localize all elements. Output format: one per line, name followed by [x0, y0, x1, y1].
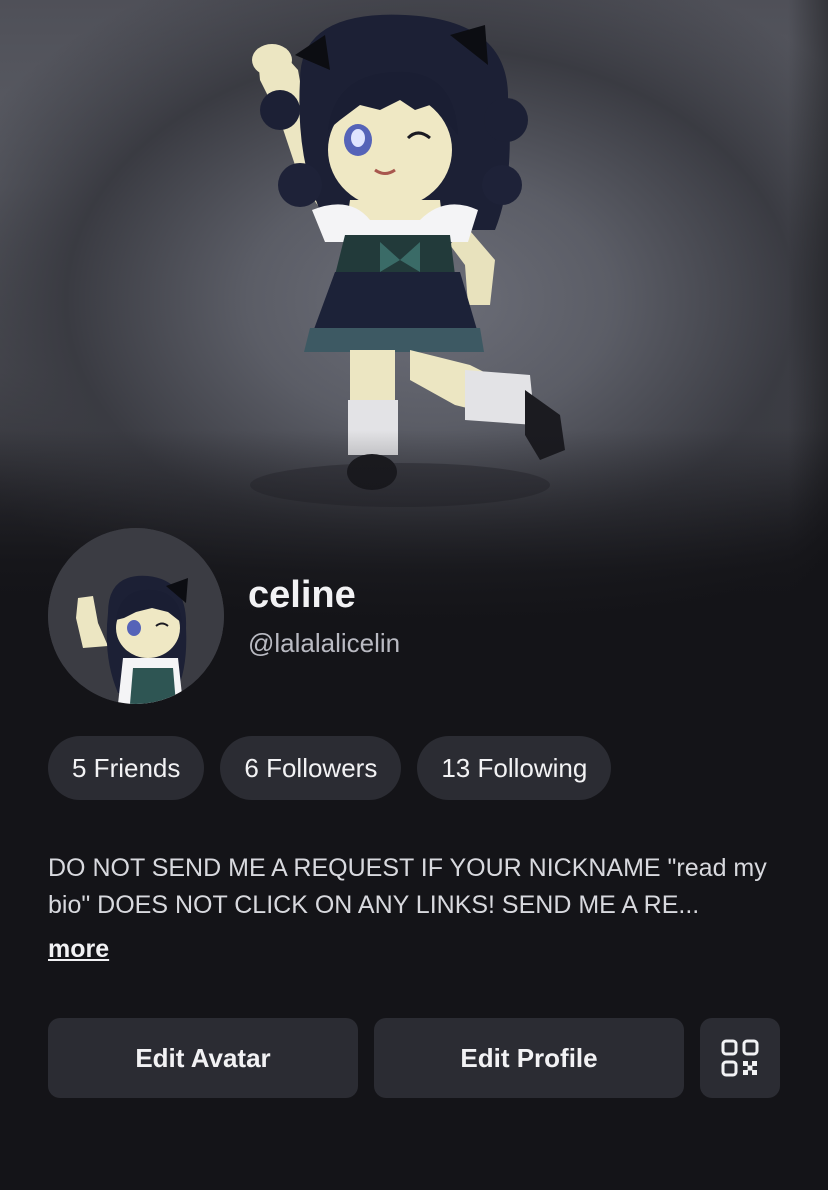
stats-row: 5 Friends 6 Followers 13 Following	[48, 736, 612, 800]
edit-avatar-button[interactable]: Edit Avatar	[48, 1018, 358, 1098]
bio-text: DO NOT SEND ME A REQUEST IF YOUR NICKNAM…	[48, 854, 767, 919]
avatar-thumbnail-image	[48, 528, 224, 704]
display-name: celine	[248, 574, 356, 616]
qr-code-icon	[721, 1039, 759, 1077]
qr-code-button[interactable]	[700, 1018, 780, 1098]
friends-count-button[interactable]: 5 Friends	[48, 736, 205, 800]
following-count-button[interactable]: 13 Following	[417, 736, 612, 800]
followers-count-button[interactable]: 6 Followers	[220, 736, 402, 800]
edit-profile-button[interactable]: Edit Profile	[374, 1018, 684, 1098]
bio-more-link[interactable]: more	[48, 935, 109, 964]
username: @lalalalicelin	[248, 628, 401, 658]
profile-avatar-headshot[interactable]	[48, 528, 224, 704]
